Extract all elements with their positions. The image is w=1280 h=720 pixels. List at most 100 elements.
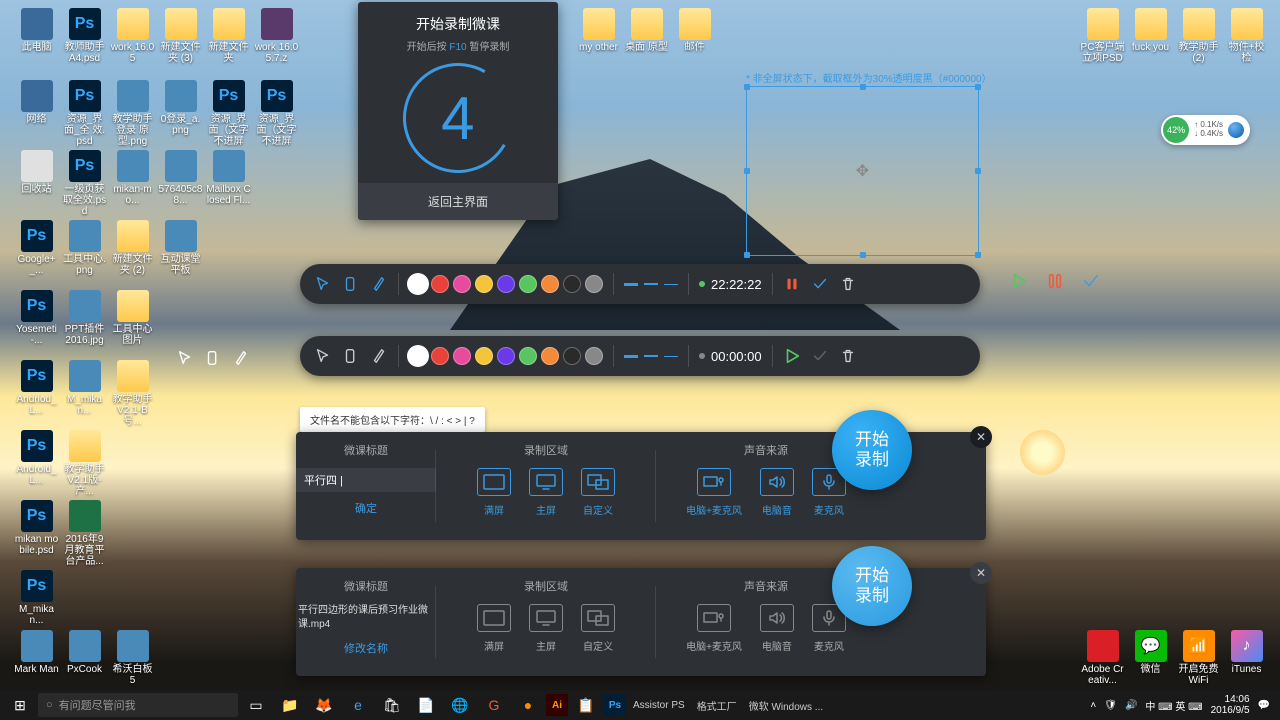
eraser-tool[interactable] (342, 275, 360, 293)
close-button[interactable]: ✕ (970, 426, 992, 448)
desktop-icon[interactable]: Adobe Creativ... (1080, 630, 1125, 686)
color-swatch[interactable] (431, 275, 449, 293)
desktop-icon[interactable]: Ps资源_界面（文字不进屏 (206, 80, 251, 147)
close-button[interactable]: ✕ (970, 562, 992, 584)
resize-handle[interactable] (744, 84, 750, 90)
tray-ime[interactable]: 中 ⌨ 英 ⌨ (1145, 698, 1202, 713)
desktop-icon[interactable]: 新建文件夹 (3) (158, 8, 203, 64)
color-swatch[interactable] (563, 347, 581, 365)
desktop-icon[interactable]: 新建文件夹 (2) (110, 220, 155, 276)
taskbar-app[interactable]: 🦊 (308, 692, 340, 718)
task-view[interactable]: ▭ (240, 692, 272, 718)
desktop-icon[interactable]: Mark Man (14, 630, 59, 675)
desktop-icon[interactable]: my other (576, 8, 621, 53)
color-swatch[interactable] (585, 347, 603, 365)
taskbar-photoshop[interactable]: Ps (604, 694, 626, 716)
tray-icon[interactable]: 🛡 (1104, 700, 1117, 711)
desktop-icon[interactable]: 📶开启免费WiFi (1176, 630, 1221, 686)
color-swatch[interactable] (475, 275, 493, 293)
desktop-icon[interactable]: fuck you (1128, 8, 1173, 53)
color-swatch[interactable] (453, 275, 471, 293)
start-record-button[interactable]: 开始 录制 (832, 410, 912, 490)
resize-handle[interactable] (975, 252, 981, 258)
color-swatch[interactable] (475, 347, 493, 365)
audio-pc[interactable]: 电脑音 (760, 468, 794, 517)
desktop-icon[interactable]: 教学助手登录 原型.png (110, 80, 155, 147)
taskbar-app[interactable]: 微软 Windows ... (744, 692, 828, 718)
stroke-medium[interactable] (644, 283, 658, 285)
start-record-button[interactable]: 开始 录制 (832, 546, 912, 626)
pen-tool[interactable] (232, 349, 250, 367)
desktop-icon[interactable]: PC客户端立项PSD (1080, 8, 1125, 64)
stroke-thick[interactable] (624, 283, 638, 286)
desktop-icon[interactable]: M_mikan... (62, 360, 107, 416)
audio-pc[interactable]: 电脑音 (760, 604, 794, 653)
finish-button[interactable] (811, 347, 829, 365)
desktop-icon[interactable]: 工具中心图片 (110, 290, 155, 346)
color-swatch[interactable] (519, 347, 537, 365)
area-fullscreen[interactable]: 满屏 (477, 604, 511, 653)
stroke-thin[interactable] (664, 284, 678, 285)
color-swatch[interactable] (585, 275, 603, 293)
desktop-icon[interactable]: 物件+校检 (1224, 8, 1269, 64)
desktop-icon[interactable]: 0登录_a.png (158, 80, 203, 136)
rename-link[interactable]: 修改名称 (296, 640, 436, 656)
color-swatch[interactable] (541, 347, 559, 365)
taskbar-app[interactable]: 📄 (410, 692, 442, 718)
color-swatch[interactable] (453, 347, 471, 365)
resize-handle[interactable] (744, 168, 750, 174)
desktop-icon[interactable]: 互动课堂 平板 (158, 220, 203, 276)
desktop-icon[interactable]: 教学助手 V2.1版-产... (62, 430, 107, 497)
move-icon[interactable]: ✥ (856, 161, 869, 181)
desktop-icon[interactable]: 网络 (14, 80, 59, 125)
confirm-link[interactable]: 确定 (296, 500, 436, 516)
resize-handle[interactable] (975, 168, 981, 174)
desktop-icon[interactable]: 教学助手 V2.1-B号... (110, 360, 155, 427)
play-button[interactable] (783, 347, 801, 365)
delete-button[interactable] (839, 347, 857, 365)
color-swatch[interactable] (497, 347, 515, 365)
desktop-icon[interactable]: 💬微信 (1128, 630, 1173, 675)
desktop-icon[interactable]: 576405c88... (158, 150, 203, 206)
cursor-tool[interactable] (314, 275, 332, 293)
taskbar-app[interactable]: G (478, 692, 510, 718)
color-swatch[interactable] (563, 275, 581, 293)
desktop-icon[interactable]: Ps资源_界面（文字不进屏 (254, 80, 299, 147)
color-swatch[interactable] (409, 275, 427, 293)
stroke-medium[interactable] (644, 355, 658, 357)
desktop-icon[interactable]: ♪iTunes (1224, 630, 1269, 675)
desktop-icon[interactable]: PPT插件 2016.jpg (62, 290, 107, 346)
desktop-icon[interactable]: 教学助手 (2) (1176, 8, 1221, 64)
desktop-icon[interactable]: 希沃白板 5 (110, 630, 155, 686)
taskbar-edge[interactable]: e (342, 692, 374, 718)
desktop-icon[interactable]: 新建文件夹 (206, 8, 251, 64)
color-swatch[interactable] (409, 347, 427, 365)
desktop-icon[interactable]: PsM_mikan... (14, 570, 59, 626)
start-button[interactable]: ⊞ (4, 692, 36, 718)
desktop-icon[interactable]: Psmikan mobile.psd (14, 500, 59, 556)
taskbar-chrome[interactable]: 🌐 (444, 692, 476, 718)
back-to-main-button[interactable]: 返回主界面 (358, 183, 558, 220)
color-swatch[interactable] (541, 275, 559, 293)
desktop-icon[interactable]: 邮件 (672, 8, 717, 53)
tray-icon[interactable]: 🔊 (1125, 700, 1137, 711)
delete-button[interactable] (839, 275, 857, 293)
taskbar-app[interactable]: 📁 (274, 692, 306, 718)
pause-button[interactable] (1046, 272, 1064, 290)
desktop-icon[interactable]: PsGoogle+_... (14, 220, 59, 276)
desktop-icon[interactable]: 工具中心.png (62, 220, 107, 276)
audio-both[interactable]: 电脑+麦克风 (686, 604, 742, 653)
color-swatch[interactable] (497, 275, 515, 293)
tray-notifications[interactable]: 💬 (1258, 700, 1270, 711)
pause-button[interactable] (783, 275, 801, 293)
area-mainscreen[interactable]: 主屏 (529, 604, 563, 653)
area-fullscreen[interactable]: 满屏 (477, 468, 511, 517)
tray-icon[interactable]: ˄ (1090, 700, 1096, 711)
play-button[interactable] (1010, 272, 1028, 290)
desktop-icon[interactable]: PsYosemeti-... (14, 290, 59, 346)
desktop-icon[interactable]: PsAndroid_L... (14, 430, 59, 486)
desktop-icon[interactable]: mikan-mo... (110, 150, 155, 206)
stroke-thin[interactable] (664, 356, 678, 357)
finish-button[interactable] (1082, 272, 1100, 290)
color-swatch[interactable] (431, 347, 449, 365)
